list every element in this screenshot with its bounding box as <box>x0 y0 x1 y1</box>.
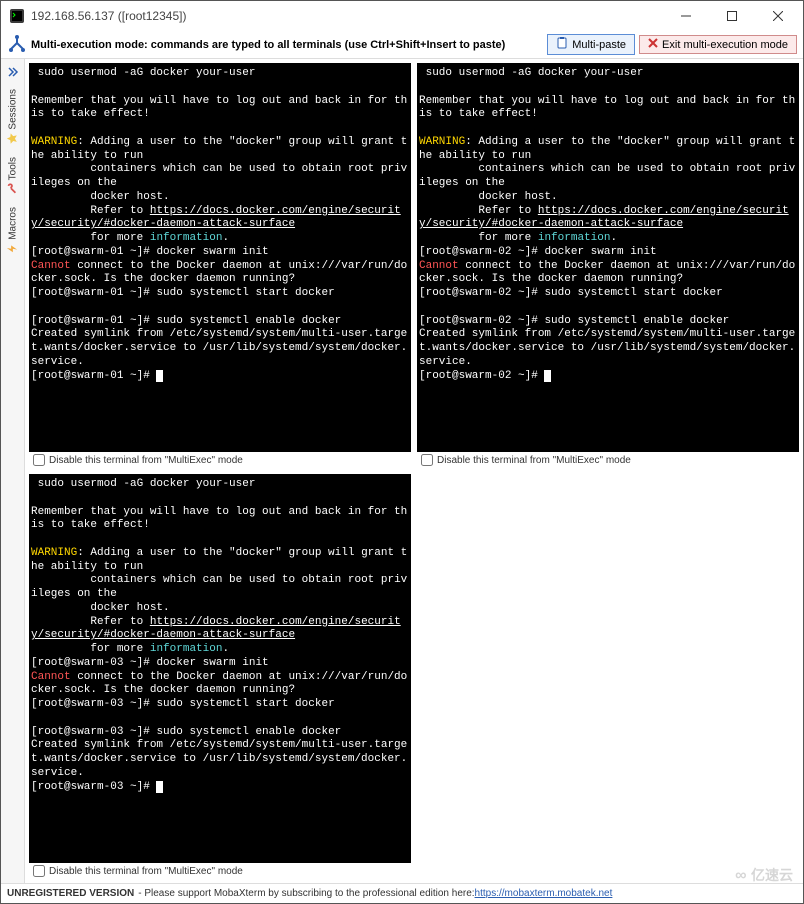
window-title: 192.168.56.137 ([root12345]) <box>31 9 663 23</box>
statusbar-link[interactable]: https://mobaxterm.mobatek.net <box>475 888 613 899</box>
expand-icon[interactable] <box>6 65 20 79</box>
sidebar-tools-label: Tools <box>7 157 18 180</box>
checkbox-label: Disable this terminal from "MultiExec" m… <box>437 455 631 466</box>
modebar-text: Multi-execution mode: commands are typed… <box>31 39 543 51</box>
tools-icon <box>6 183 20 197</box>
statusbar: UNREGISTERED VERSION - Please support Mo… <box>1 883 803 903</box>
multipaste-label: Multi-paste <box>572 39 626 51</box>
exit-multiexec-button[interactable]: Exit multi-execution mode <box>639 35 797 54</box>
terminal-3[interactable]: sudo usermod -aG docker your-user Rememb… <box>29 474 411 863</box>
terminal-panel-1: sudo usermod -aG docker your-user Rememb… <box>29 63 411 468</box>
statusbar-text: - Please support MobaXterm by subscribin… <box>138 888 474 899</box>
terminal-3-disable-checkbox[interactable]: Disable this terminal from "MultiExec" m… <box>29 863 411 879</box>
multipaste-button[interactable]: Multi-paste <box>547 34 635 55</box>
main-area: Sessions Tools Macros sudo usermod -aG d… <box>1 59 803 883</box>
checkbox-input[interactable] <box>33 454 45 466</box>
sidebar-item-macros[interactable]: Macros <box>6 203 20 261</box>
terminal-2[interactable]: sudo usermod -aG docker your-user Rememb… <box>417 63 799 452</box>
modebar: Multi-execution mode: commands are typed… <box>1 31 803 59</box>
close-icon <box>648 38 658 51</box>
maximize-button[interactable] <box>709 1 755 31</box>
checkbox-input[interactable] <box>421 454 433 466</box>
sidebar-sessions-label: Sessions <box>7 89 18 130</box>
app-icon <box>9 8 25 24</box>
titlebar: 192.168.56.137 ([root12345]) <box>1 1 803 31</box>
minimize-button[interactable] <box>663 1 709 31</box>
statusbar-bold: UNREGISTERED VERSION <box>7 888 134 899</box>
sidebar-item-tools[interactable]: Tools <box>6 153 20 201</box>
window-controls <box>663 1 801 31</box>
terminal-grid: sudo usermod -aG docker your-user Rememb… <box>25 59 803 883</box>
checkbox-label: Disable this terminal from "MultiExec" m… <box>49 866 243 877</box>
terminal-panel-3: sudo usermod -aG docker your-user Rememb… <box>29 474 411 879</box>
terminal-panel-empty <box>417 474 799 879</box>
exit-multiexec-label: Exit multi-execution mode <box>662 39 788 51</box>
close-button[interactable] <box>755 1 801 31</box>
checkbox-input[interactable] <box>33 865 45 877</box>
sidebar-macros-label: Macros <box>7 207 18 240</box>
sidebar-item-sessions[interactable]: Sessions <box>6 85 20 151</box>
terminal-panel-2: sudo usermod -aG docker your-user Rememb… <box>417 63 799 468</box>
terminal-1-disable-checkbox[interactable]: Disable this terminal from "MultiExec" m… <box>29 452 411 468</box>
checkbox-label: Disable this terminal from "MultiExec" m… <box>49 455 243 466</box>
terminal-1[interactable]: sudo usermod -aG docker your-user Rememb… <box>29 63 411 452</box>
star-icon <box>6 133 20 147</box>
sidebar: Sessions Tools Macros <box>1 59 25 883</box>
paste-icon <box>556 37 568 52</box>
terminal-2-disable-checkbox[interactable]: Disable this terminal from "MultiExec" m… <box>417 452 799 468</box>
multiexec-icon <box>7 35 27 55</box>
watermark: ∞ 亿速云 <box>735 865 793 885</box>
bolt-icon <box>6 243 20 257</box>
